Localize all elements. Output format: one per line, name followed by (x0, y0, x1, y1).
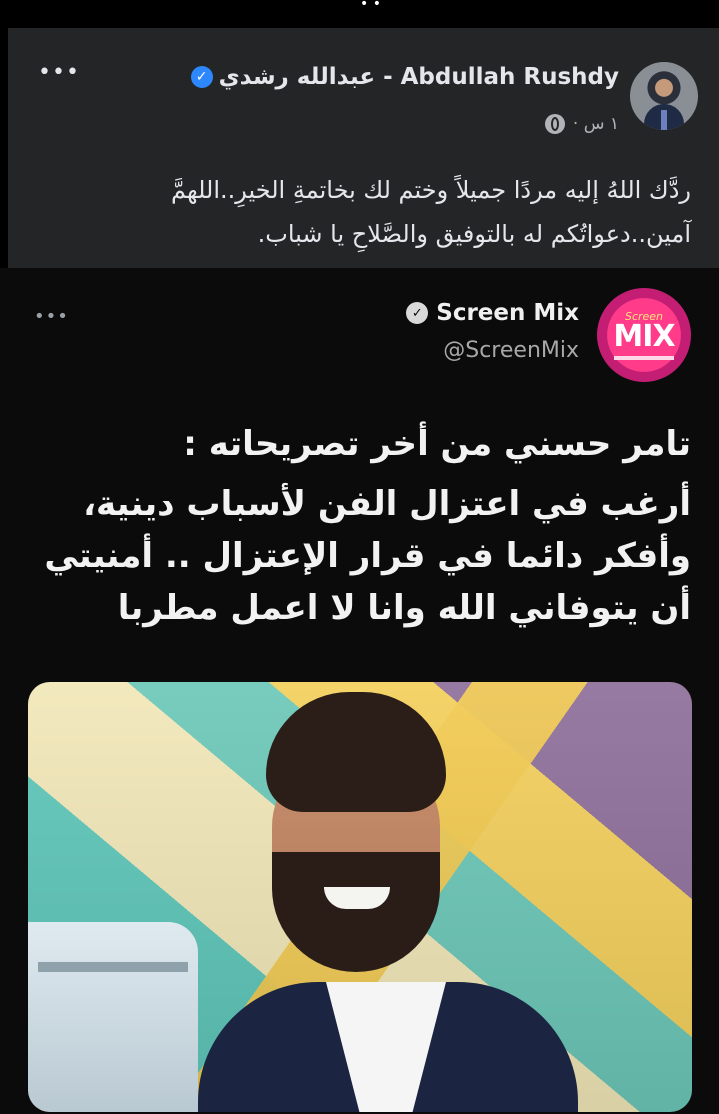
logo-tagline-bar (614, 356, 674, 360)
post-text: ردَّك اللهُ إليه مردًا جميلاً وختم لك بخ… (51, 168, 691, 256)
post-text-line-1: ردَّك اللهُ إليه مردًا جميلاً وختم لك بخ… (171, 176, 691, 204)
tweet-account-name: Screen Mix (436, 300, 579, 326)
tweet-photo (28, 682, 692, 1112)
author-name-line[interactable]: ✓ عبدالله رشدي - Abdullah Rushdy (190, 64, 619, 90)
shared-tweet-image[interactable]: ••• Screen MIX ✓ Screen Mix @ScreenMix ت… (0, 268, 719, 1114)
facebook-post: ✓ عبدالله رشدي - Abdullah Rushdy ١ س · •… (8, 28, 719, 268)
photo-person (198, 682, 578, 1112)
post-meta: ١ س · (544, 114, 619, 134)
tweet-account-name-line: ✓ Screen Mix (406, 300, 579, 326)
globe-icon (544, 114, 565, 134)
avatar-tie (661, 110, 667, 130)
photo-car (28, 922, 198, 1112)
tweet-text: تامر حسني من أخر تصريحاته : أرغب في اعتز… (31, 418, 691, 634)
author-name[interactable]: عبدالله رشدي - Abdullah Rushdy (219, 64, 619, 90)
top-sliver: • • (0, 0, 719, 12)
tweet-headline: تامر حسني من أخر تصريحاته : (183, 424, 691, 464)
photo-beard (272, 852, 440, 972)
post-time[interactable]: ١ س · (573, 114, 619, 134)
tweet-more-options-icon: ••• (34, 306, 69, 327)
tweet-body: أرغب في اعتزال الفن لأسباب دينية، وأفكر … (44, 484, 691, 628)
photo-hair (266, 692, 446, 812)
logo-big-text: MIX (613, 319, 675, 354)
top-sliver-glyph: • • (360, 0, 381, 12)
post-more-options-icon[interactable]: ••• (38, 60, 80, 85)
verified-badge-icon: ✓ (190, 66, 213, 88)
tweet-handle: @ScreenMix (443, 338, 579, 363)
author-avatar[interactable] (630, 62, 698, 130)
screen-mix-logo: Screen MIX (597, 288, 691, 382)
post-text-line-2: آمين..دعواتُكم له بالتوفيق والصَّلاحِ يا… (257, 220, 691, 248)
tweet-verified-icon: ✓ (406, 302, 429, 324)
